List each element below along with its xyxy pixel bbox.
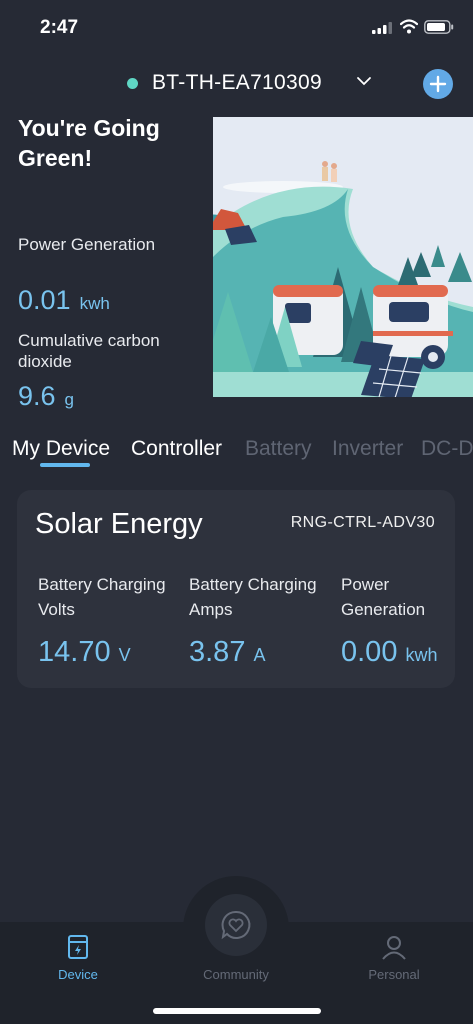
power-generation-label: Power Generation xyxy=(18,235,156,254)
volts-unit: V xyxy=(118,645,131,665)
cellular-signal-icon xyxy=(372,22,392,34)
active-tab-indicator xyxy=(40,463,90,467)
status-bar: 2:47 xyxy=(0,0,473,56)
community-button[interactable] xyxy=(205,894,267,956)
connection-status-dot xyxy=(127,78,138,89)
plus-icon xyxy=(429,75,447,93)
nav-device-label: Device xyxy=(58,967,98,982)
nav-community-label: Community xyxy=(203,967,269,982)
power-generation-value: 0.01 kwh xyxy=(18,285,110,316)
amps-number: 3.87 xyxy=(189,636,246,668)
metric-label-generation: Power Generation xyxy=(341,575,426,619)
tab-battery[interactable]: Battery xyxy=(245,437,312,461)
add-device-button[interactable] xyxy=(423,69,453,99)
chevron-down-icon[interactable] xyxy=(356,75,372,87)
device-card-title: Solar Energy xyxy=(35,508,203,540)
carbon-value: 9.6 g xyxy=(18,381,74,412)
page-headline: You're Going Green! xyxy=(18,115,160,171)
nav-personal-label: Personal xyxy=(368,967,420,982)
camper-solar-illustration xyxy=(213,117,473,397)
generation-unit: kwh xyxy=(405,645,438,665)
carbon-label: Cumulative carbon dioxide xyxy=(18,331,160,371)
device-name: BT-TH-EA710309 xyxy=(152,71,322,94)
metric-label-volts: Battery Charging Volts xyxy=(38,575,166,619)
volts-number: 14.70 xyxy=(38,636,111,668)
tab-controller[interactable]: Controller xyxy=(131,437,222,461)
wifi-icon xyxy=(400,19,418,34)
home-indicator xyxy=(153,1008,321,1014)
amps-unit: A xyxy=(253,645,266,665)
tab-inverter[interactable]: Inverter xyxy=(332,437,403,461)
person-icon xyxy=(382,936,406,960)
metric-value-volts: 14.70 V xyxy=(38,636,131,669)
metric-label-amps: Battery Charging Amps xyxy=(189,575,317,619)
power-generation-unit: kwh xyxy=(79,294,110,313)
device-selector[interactable]: BT-TH-EA710309 xyxy=(0,66,473,102)
metric-value-amps: 3.87 A xyxy=(189,636,265,669)
metric-value-generation: 0.00 kwh xyxy=(341,636,437,669)
device-icon xyxy=(68,935,88,959)
tab-dc-dc[interactable]: DC-D xyxy=(421,437,473,461)
status-time: 2:47 xyxy=(40,17,79,38)
tab-my-device[interactable]: My Device xyxy=(12,437,110,461)
heart-chat-icon xyxy=(221,910,251,940)
generation-number: 0.00 xyxy=(341,636,398,668)
battery-icon xyxy=(424,20,454,34)
device-category-tabs: My Device Controller Battery Inverter DC… xyxy=(0,434,473,470)
carbon-unit: g xyxy=(64,390,75,409)
device-model: RNG-CTRL-ADV30 xyxy=(290,514,435,531)
device-card[interactable]: Solar Energy RNG-CTRL-ADV30 Battery Char… xyxy=(17,490,455,688)
power-generation-number: 0.01 xyxy=(18,285,71,315)
carbon-number: 9.6 xyxy=(18,381,56,411)
